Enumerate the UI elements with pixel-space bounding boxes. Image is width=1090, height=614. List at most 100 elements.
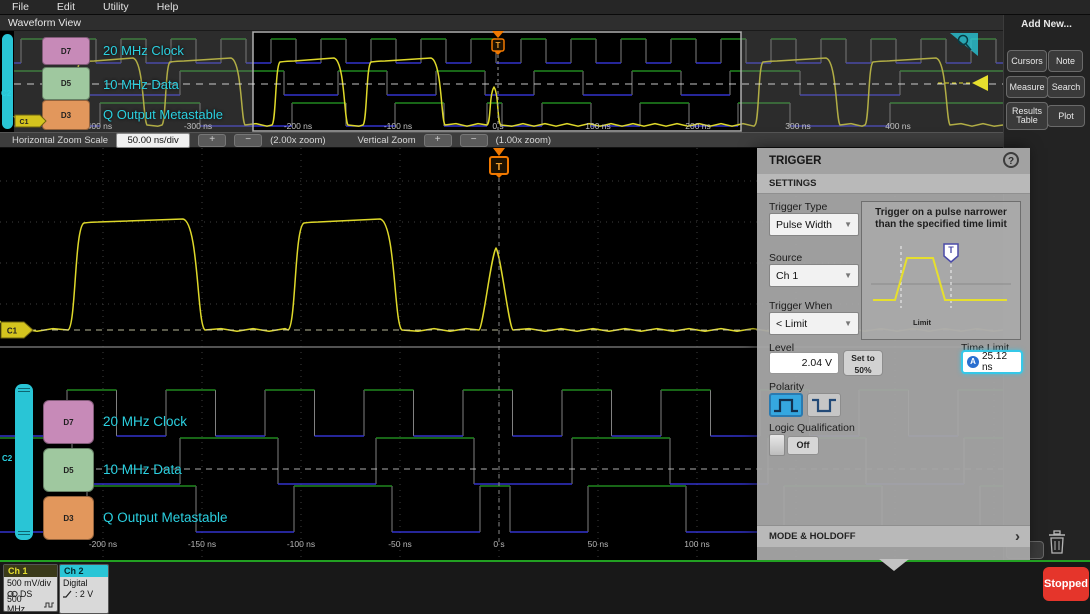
trigger-when-value: < Limit (776, 317, 808, 330)
channel-label[interactable]: 20 MHz Clock (103, 43, 184, 58)
channel-2-name: Ch 2 (60, 565, 108, 577)
trigger-flag-letter: T (496, 161, 503, 173)
trigger-flag-letter: T (496, 41, 501, 50)
channel-2-mode: Digital (63, 578, 88, 588)
overview-tick-label: 200 ns (685, 121, 711, 131)
channel-2-badge[interactable]: Ch 2 Digital : 2 V (59, 564, 109, 614)
add-new-plot-button[interactable]: Plot (1047, 105, 1085, 127)
vertical-zoom-label: Vertical Zoom (357, 134, 416, 146)
main-tick-label: -100 ns (287, 539, 315, 549)
ch1-overview-tag[interactable]: C1 (14, 114, 54, 128)
digital-channel-badge-d3[interactable]: D3 (43, 496, 94, 540)
trigger-flag-letter: T (948, 245, 954, 255)
pulse-shape (873, 257, 1007, 301)
knob-a-icon: A (967, 356, 979, 368)
svg-text:C1: C1 (20, 119, 29, 126)
horizontal-zoom-scale-input[interactable]: 50.00 ns/div (116, 132, 191, 148)
bandwidth-icon (44, 602, 54, 608)
logic-qualification-value[interactable]: Off (787, 436, 819, 455)
tab-settings[interactable]: SETTINGS (757, 174, 1030, 194)
digital-channel-badge-d5[interactable]: D5 (43, 448, 94, 492)
trigger-info-text: Trigger on a pulse narrower than the spe… (875, 207, 1007, 230)
horizontal-zoom-factor: (2.00x zoom) (270, 134, 326, 146)
chevron-down-icon: ▼ (844, 271, 852, 280)
channel-group-handle[interactable] (15, 384, 33, 540)
channel-label[interactable]: Q Output Metastable (103, 107, 223, 122)
channel-group-handle[interactable] (2, 34, 13, 129)
time-limit-value: 25.12 ns (982, 351, 1008, 373)
channel-label[interactable]: 20 MHz Clock (103, 414, 187, 429)
menu-utility[interactable]: Utility (103, 1, 129, 13)
oscilloscope-screen: File Edit Utility Help Waveform View T -400 … (0, 0, 1090, 614)
zoom-scale-bar: Horizontal Zoom Scale 50.00 ns/div + − (… (0, 132, 1003, 148)
menu-edit[interactable]: Edit (57, 1, 75, 13)
menu-bar: File Edit Utility Help (0, 0, 1090, 15)
tab-waveform-view[interactable]: Waveform View (0, 15, 1003, 31)
waveform-overview[interactable]: T -400 ns -300 ns -200 ns -100 ns 0 s 100 ns 20… (0, 31, 1003, 132)
negative-pulse-icon (812, 398, 836, 413)
trigger-panel-title: TRIGGER (769, 155, 822, 167)
polarity-label: Polarity (769, 381, 805, 393)
channel-1-badge[interactable]: Ch 1 500 mV/div DS 500 MHz (3, 564, 58, 612)
logic-qualification-toggle[interactable] (769, 434, 785, 456)
digital-channel-badge-d7[interactable]: D7 (42, 37, 90, 65)
trigger-settings-panel: TRIGGER ? SETTINGS Trigger Type Pulse Wi… (757, 148, 1030, 560)
chevron-right-icon: › (1015, 528, 1020, 545)
set-to-50-button[interactable]: Set to 50% (843, 350, 883, 376)
overview-tick-label: -100 ns (384, 121, 412, 131)
source-label: Source (769, 252, 803, 264)
channel-label[interactable]: Q Output Metastable (103, 510, 228, 525)
digital-channel-badge-d5[interactable]: D5 (42, 67, 90, 100)
add-new-title: Add New... (1021, 19, 1072, 30)
add-new-measure-button[interactable]: Measure (1006, 76, 1048, 98)
trigger-when-label: Trigger When (769, 300, 833, 312)
trash-button[interactable] (1046, 530, 1068, 556)
trigger-type-dropdown[interactable]: Pulse Width ▼ (769, 213, 859, 236)
main-tick-label: -200 ns (89, 539, 117, 549)
vertical-zoom-factor: (1.00x zoom) (495, 134, 552, 146)
mode-holdoff-section[interactable]: MODE & HOLDOFF › (757, 525, 1030, 547)
vertical-zoom-minus-button[interactable]: − (459, 133, 488, 147)
time-limit-input[interactable]: A 25.12 ns (961, 350, 1023, 374)
overview-tick-label: 300 ns (785, 121, 811, 131)
status-bar: Ch 1 500 mV/div DS 500 MHz Ch 2 Digital (0, 562, 1090, 614)
channel-1-bandwidth: 500 MHz (7, 594, 54, 611)
horizontal-zoom-plus-button[interactable]: + (198, 133, 227, 147)
digital-channel-badge-d7[interactable]: D7 (43, 400, 94, 444)
level-input[interactable]: 2.04 V (769, 352, 839, 374)
logic-qualification-label: Logic Qualification (769, 422, 855, 434)
menu-help[interactable]: Help (157, 1, 179, 13)
horizontal-zoom-scale-label: Horizontal Zoom Scale (12, 134, 109, 146)
add-new-search-button[interactable]: Search (1047, 76, 1085, 98)
polarity-positive-button[interactable] (769, 393, 803, 417)
run-stop-button[interactable]: Stopped (1043, 567, 1089, 601)
main-tick-label: 0 s (493, 539, 504, 549)
trigger-when-dropdown[interactable]: < Limit ▼ (769, 312, 859, 335)
help-icon[interactable]: ? (1003, 152, 1019, 168)
menu-file[interactable]: File (12, 1, 29, 13)
horizontal-zoom-minus-button[interactable]: − (234, 133, 263, 147)
trigger-type-value: Pulse Width (776, 218, 833, 231)
main-tick-label: 100 ns (684, 539, 710, 549)
positive-pulse-icon (774, 398, 798, 413)
trash-icon (1049, 530, 1065, 554)
source-dropdown[interactable]: Ch 1 ▼ (769, 264, 859, 287)
overview-tick-label: 400 ns (885, 121, 911, 131)
vertical-zoom-plus-button[interactable]: + (423, 133, 452, 147)
polarity-negative-button[interactable] (807, 393, 841, 417)
overview-dim-right (741, 31, 1003, 132)
chevron-down-icon: ▼ (844, 220, 852, 229)
channel-1-name: Ch 1 (4, 565, 57, 577)
add-new-results-table-button[interactable]: Results Table (1006, 102, 1048, 130)
trigger-info-box: Trigger on a pulse narrower than the spe… (861, 201, 1021, 340)
add-new-cursors-button[interactable]: Cursors (1007, 50, 1047, 72)
channel-label[interactable]: 10 MHz Data (103, 77, 179, 92)
add-new-note-button[interactable]: Note (1048, 50, 1083, 72)
channel-2-threshold: : 2 V (63, 589, 105, 600)
overview-tick-label: 0 s (492, 121, 503, 131)
ch1-level-tag[interactable]: C1 (0, 320, 40, 340)
chevron-down-icon: ▼ (844, 319, 852, 328)
trigger-type-label: Trigger Type (769, 201, 828, 213)
channel-label[interactable]: 10 MHz Data (103, 462, 182, 477)
main-tick-label: -50 ns (388, 539, 412, 549)
